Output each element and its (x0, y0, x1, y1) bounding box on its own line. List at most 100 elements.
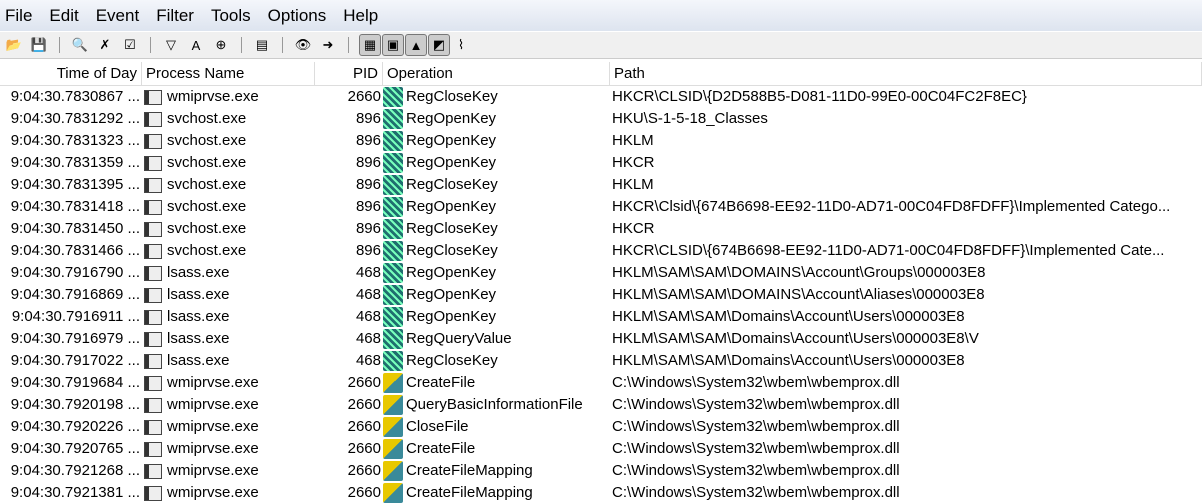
table-row[interactable]: 9:04:30.7831450 ... svchost.exe 896 RegC… (0, 218, 1202, 240)
pid-cell: 2660 (347, 440, 381, 457)
table-row[interactable]: 9:04:30.7920765 ... wmiprvse.exe 2660 Cr… (0, 438, 1202, 460)
target-icon[interactable]: ⊕ (211, 35, 231, 55)
toolbar-separator (348, 37, 349, 53)
table-row[interactable]: 9:04:30.7831292 ... svchost.exe 896 RegO… (0, 108, 1202, 130)
table-row[interactable]: 9:04:30.7916790 ... lsass.exe 468 RegOpe… (0, 262, 1202, 284)
menu-help[interactable]: Help (342, 6, 379, 26)
path-cell: C:\Windows\System32\wbem\wbemprox.dll (612, 418, 900, 435)
process-tree-icon[interactable]: ▤ (252, 35, 272, 55)
pid-cell: 896 (355, 154, 381, 171)
table-row[interactable]: 9:04:30.7920198 ... wmiprvse.exe 2660 Qu… (0, 394, 1202, 416)
operation-cell: RegOpenKey (406, 308, 497, 325)
operation-cell: CreateFileMapping (406, 462, 533, 479)
process-icon (144, 199, 162, 215)
process-name-cell: svchost.exe (167, 242, 247, 259)
filter-icon[interactable]: ▽ (161, 35, 181, 55)
time-cell: 9:04:30.7831359 ... (10, 154, 140, 171)
registry-activity-icon[interactable]: ▦ (359, 34, 381, 56)
operation-cell: RegOpenKey (406, 154, 497, 171)
menu-event[interactable]: Event (95, 6, 140, 26)
table-row[interactable]: 9:04:30.7921381 ... wmiprvse.exe 2660 Cr… (0, 482, 1202, 504)
pid-cell: 2660 (347, 374, 381, 391)
process-icon (144, 265, 162, 281)
pid-cell: 896 (355, 110, 381, 127)
path-cell: HKLM\SAM\SAM\Domains\Account\Users\00000… (612, 330, 979, 347)
table-row[interactable]: 9:04:30.7916869 ... lsass.exe 468 RegOpe… (0, 284, 1202, 306)
pid-cell: 468 (355, 352, 381, 369)
operation-cell: RegCloseKey (406, 176, 498, 193)
file-activity-icon[interactable]: ▣ (382, 34, 404, 56)
operation-cell: RegCloseKey (406, 220, 498, 237)
save-icon[interactable]: 💾 (29, 35, 49, 55)
profiling-icon[interactable]: ⌇ (451, 35, 471, 55)
column-path[interactable]: Path (610, 62, 1202, 85)
path-cell: HKLM (612, 132, 654, 149)
process-name-cell: lsass.exe (167, 286, 230, 303)
pid-cell: 468 (355, 286, 381, 303)
process-icon (144, 177, 162, 193)
autoscroll-icon[interactable]: 🔍 (70, 35, 90, 55)
process-name-cell: svchost.exe (167, 198, 247, 215)
toolbar-separator (59, 37, 60, 53)
operation-cell: QueryBasicInformationFile (406, 396, 583, 413)
pid-cell: 2660 (347, 484, 381, 501)
process-name-cell: svchost.exe (167, 132, 247, 149)
event-list: 9:04:30.7830867 ... wmiprvse.exe 2660 Re… (0, 86, 1202, 504)
highlight-icon[interactable]: A (186, 35, 206, 55)
table-row[interactable]: 9:04:30.7831395 ... svchost.exe 896 RegC… (0, 174, 1202, 196)
column-pid[interactable]: PID (315, 62, 383, 85)
pid-cell: 2660 (347, 418, 381, 435)
process-activity-icon[interactable]: ◩ (428, 34, 450, 56)
time-cell: 9:04:30.7917022 ... (10, 352, 140, 369)
process-icon (144, 243, 162, 259)
table-row[interactable]: 9:04:30.7916979 ... lsass.exe 468 RegQue… (0, 328, 1202, 350)
table-row[interactable]: 9:04:30.7919684 ... wmiprvse.exe 2660 Cr… (0, 372, 1202, 394)
table-row[interactable]: 9:04:30.7917022 ... lsass.exe 468 RegClo… (0, 350, 1202, 372)
operation-cell: CreateFile (406, 374, 476, 391)
column-time-of-day[interactable]: Time of Day (0, 62, 142, 85)
column-header: Time of Day Process Name PID Operation P… (0, 62, 1202, 86)
column-process-name[interactable]: Process Name (142, 62, 315, 85)
registry-icon (383, 219, 403, 239)
clear-icon[interactable]: ✗ (95, 35, 115, 55)
process-icon (144, 397, 162, 413)
process-icon (144, 353, 162, 369)
find-icon[interactable]: 👁 (293, 35, 313, 55)
registry-icon (383, 285, 403, 305)
pid-cell: 896 (355, 220, 381, 237)
menu-file[interactable]: File (4, 6, 33, 26)
menu-tools[interactable]: Tools (210, 6, 252, 26)
registry-icon (383, 197, 403, 217)
file-system-icon (383, 395, 403, 415)
path-cell: HKLM\SAM\SAM\Domains\Account\Users\00000… (612, 308, 965, 325)
table-row[interactable]: 9:04:30.7916911 ... lsass.exe 468 RegOpe… (0, 306, 1202, 328)
registry-icon (383, 307, 403, 327)
operation-cell: RegCloseKey (406, 352, 498, 369)
process-icon (144, 441, 162, 457)
table-row[interactable]: 9:04:30.7920226 ... wmiprvse.exe 2660 Cl… (0, 416, 1202, 438)
time-cell: 9:04:30.7831418 ... (10, 198, 140, 215)
table-row[interactable]: 9:04:30.7831323 ... svchost.exe 896 RegO… (0, 130, 1202, 152)
network-activity-icon[interactable]: ▲ (405, 34, 427, 56)
operation-cell: CreateFileMapping (406, 484, 533, 501)
table-row[interactable]: 9:04:30.7831466 ... svchost.exe 896 RegC… (0, 240, 1202, 262)
table-row[interactable]: 9:04:30.7921268 ... wmiprvse.exe 2660 Cr… (0, 460, 1202, 482)
file-system-icon (383, 373, 403, 393)
pid-cell: 896 (355, 176, 381, 193)
menu-filter[interactable]: Filter (155, 6, 195, 26)
open-icon[interactable]: 📂 (4, 35, 24, 55)
pid-cell: 468 (355, 264, 381, 281)
capture-icon[interactable]: ☑ (120, 35, 140, 55)
column-operation[interactable]: Operation (383, 62, 610, 85)
menu-edit[interactable]: Edit (48, 6, 79, 26)
menu-options[interactable]: Options (267, 6, 328, 26)
table-row[interactable]: 9:04:30.7830867 ... wmiprvse.exe 2660 Re… (0, 86, 1202, 108)
process-icon (144, 111, 162, 127)
table-row[interactable]: 9:04:30.7831418 ... svchost.exe 896 RegO… (0, 196, 1202, 218)
path-cell: HKCR (612, 154, 655, 171)
time-cell: 9:04:30.7920198 ... (10, 396, 140, 413)
registry-icon (383, 329, 403, 349)
jump-icon[interactable]: ➜ (318, 35, 338, 55)
table-row[interactable]: 9:04:30.7831359 ... svchost.exe 896 RegO… (0, 152, 1202, 174)
operation-cell: CreateFile (406, 440, 476, 457)
